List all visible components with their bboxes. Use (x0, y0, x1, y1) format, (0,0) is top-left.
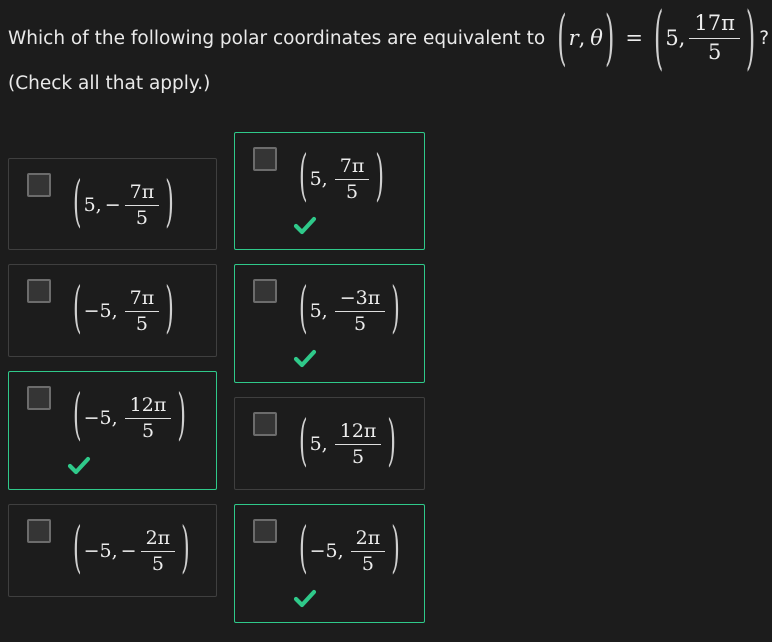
open-paren: ( (557, 3, 567, 73)
option-math: ( 5, 12π 5 ) (297, 398, 398, 490)
comma: , (578, 26, 586, 50)
open-paren: ( (73, 518, 82, 581)
option-math: ( −5, 7π 5 ) (71, 265, 176, 357)
checkbox[interactable] (27, 519, 51, 543)
option-math: ( 5, − 7π 5 ) (71, 159, 176, 251)
answer-option-4[interactable]: ( 5, −3π 5 ) (234, 264, 425, 383)
r-var: r (568, 26, 579, 50)
checkbox[interactable] (253, 412, 277, 436)
question-math: ( r , θ ) = ( 5, 17π 5 ) (555, 3, 757, 73)
close-paren: ) (375, 146, 384, 209)
angle-fraction: 12π 5 (334, 420, 382, 468)
answer-option-2[interactable]: ( 5, 7π 5 ) (234, 132, 425, 250)
answer-option-7[interactable]: ( −5, − 2π 5 ) (8, 504, 217, 597)
first-coordinate: −5, (83, 300, 118, 322)
angle-fraction: 7π 5 (124, 287, 160, 335)
angle-fraction: 7π 5 (124, 181, 160, 229)
sign: − (104, 194, 121, 216)
denominator: 5 (352, 445, 365, 468)
equals-sign: = (625, 26, 643, 50)
sign: − (120, 540, 137, 562)
option-math: ( −5, − 2π 5 ) (71, 505, 192, 597)
close-paren: ) (391, 278, 400, 341)
checkbox[interactable] (27, 279, 51, 303)
option-math: ( 5, 7π 5 ) (297, 133, 386, 225)
checkbox[interactable] (253, 519, 277, 543)
numerator: 12π (124, 394, 172, 419)
first-coordinate: −5, (83, 407, 118, 429)
numerator: 7π (334, 155, 370, 180)
question-mark: ? (759, 27, 770, 49)
checkbox[interactable] (27, 386, 51, 410)
open-paren: ( (299, 411, 308, 474)
check-icon (293, 349, 317, 368)
numerator: −3π (334, 287, 386, 312)
numerator: 2π (140, 527, 176, 552)
denominator: 5 (361, 552, 374, 575)
first-coordinate: 5, (665, 26, 686, 50)
question: Which of the following polar coordinates… (8, 0, 769, 76)
denominator: 5 (345, 180, 359, 203)
question-text: Which of the following polar coordinates… (8, 27, 546, 49)
open-paren: ( (73, 172, 82, 235)
option-math: ( 5, −3π 5 ) (297, 265, 402, 357)
answer-option-6[interactable]: ( 5, 12π 5 ) (234, 397, 425, 490)
close-paren: ) (391, 518, 400, 581)
instruction-text: (Check all that apply.) (8, 73, 211, 94)
check-icon (67, 456, 91, 475)
first-coordinate: −5, (309, 540, 344, 562)
open-paren: ( (299, 146, 308, 209)
numerator: 17π (689, 12, 740, 39)
denominator: 5 (135, 206, 148, 229)
close-paren: ) (604, 3, 615, 73)
denominator: 5 (707, 39, 722, 64)
close-paren: ) (745, 0, 756, 79)
checkbox[interactable] (27, 173, 51, 197)
close-paren: ) (181, 518, 190, 581)
open-paren: ( (299, 278, 308, 341)
first-coordinate: 5, (83, 194, 102, 216)
option-math: ( −5, 12π 5 ) (71, 372, 188, 464)
open-paren: ( (73, 385, 82, 448)
close-paren: ) (165, 278, 174, 341)
check-icon (293, 589, 317, 608)
check-icon (293, 216, 317, 235)
close-paren: ) (387, 411, 396, 474)
open-paren: ( (653, 0, 664, 79)
numerator: 12π (334, 420, 382, 445)
first-coordinate: 5, (309, 300, 328, 322)
checkbox[interactable] (253, 279, 277, 303)
numerator: 7π (124, 181, 160, 206)
angle-fraction: 2π 5 (140, 527, 176, 575)
denominator: 5 (135, 312, 148, 335)
answer-option-5[interactable]: ( −5, 12π 5 ) (8, 371, 217, 490)
option-math: ( −5, 2π 5 ) (297, 505, 402, 597)
numerator: 2π (350, 527, 386, 552)
denominator: 5 (151, 552, 164, 575)
checkbox[interactable] (253, 147, 277, 171)
answer-option-8[interactable]: ( −5, 2π 5 ) (234, 504, 425, 623)
angle-fraction: 17π 5 (689, 12, 740, 63)
numerator: 7π (124, 287, 160, 312)
first-coordinate: −5, (83, 540, 118, 562)
denominator: 5 (353, 312, 367, 335)
close-paren: ) (177, 385, 186, 448)
close-paren: ) (165, 172, 174, 235)
angle-fraction: 7π 5 (334, 155, 370, 203)
first-coordinate: 5, (309, 168, 328, 190)
angle-fraction: 12π 5 (124, 394, 172, 442)
denominator: 5 (141, 419, 155, 442)
open-paren: ( (73, 278, 82, 341)
angle-fraction: 2π 5 (350, 527, 386, 575)
first-coordinate: 5, (309, 433, 328, 455)
angle-fraction: −3π 5 (334, 287, 386, 335)
theta-var: θ (590, 26, 603, 50)
open-paren: ( (299, 518, 308, 581)
answer-option-3[interactable]: ( −5, 7π 5 ) (8, 264, 217, 357)
answer-option-1[interactable]: ( 5, − 7π 5 ) (8, 158, 217, 250)
